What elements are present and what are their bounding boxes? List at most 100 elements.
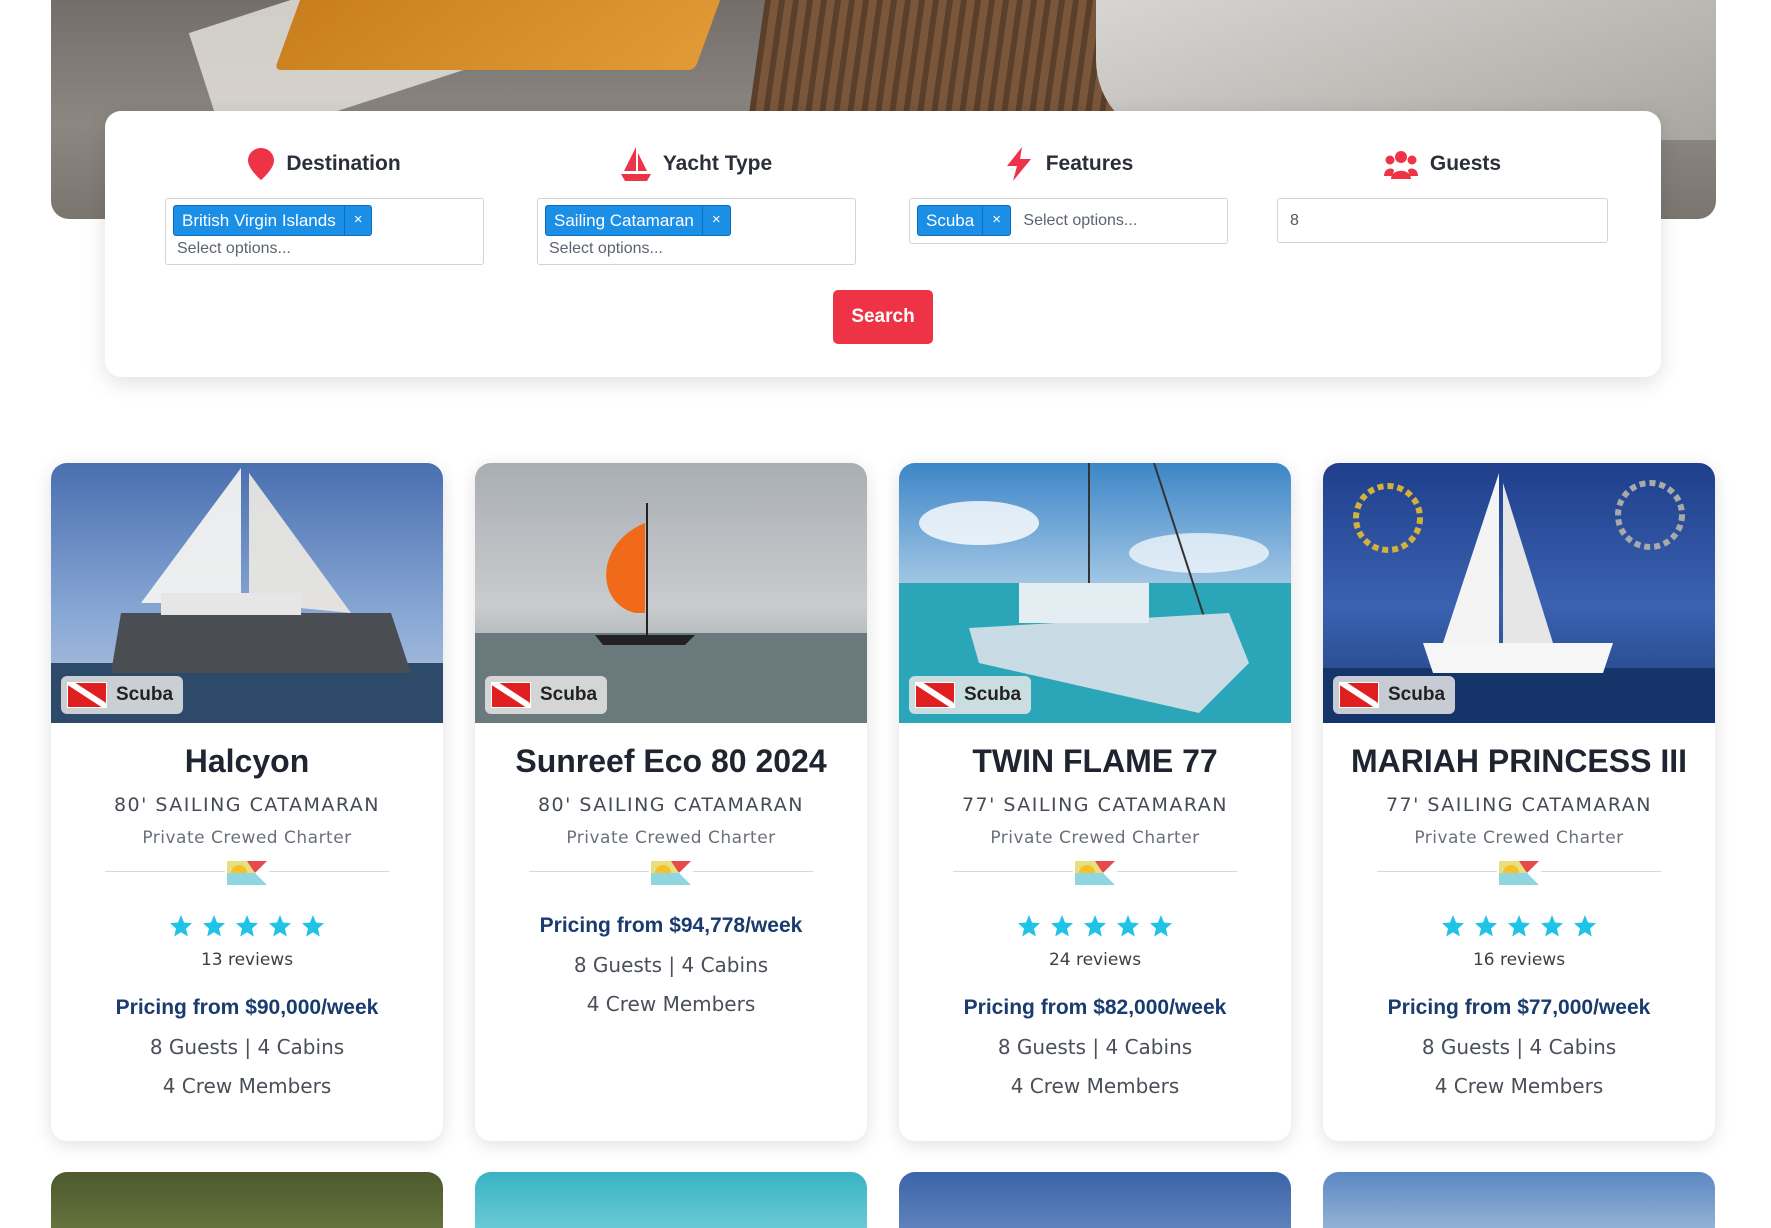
yacht-type-select[interactable]: Sailing Catamaran × Select options... (537, 198, 856, 265)
star-icon (1574, 915, 1596, 937)
yacht-photo[interactable]: Scuba (899, 463, 1291, 723)
map-pin-icon (248, 148, 275, 180)
scuba-badge-label: Scuba (964, 684, 1022, 705)
yacht-type-field: Yacht Type Sailing Catamaran × Select op… (537, 147, 856, 265)
rating-stars (51, 914, 443, 938)
charter-type: Private Crewed Charter (1414, 828, 1624, 848)
users-icon (1383, 151, 1418, 179)
yacht-name[interactable]: TWIN FLAME 77 (899, 743, 1291, 780)
destination-label: Destination (286, 152, 401, 175)
features-chip-label: Scuba (926, 211, 975, 230)
star-icon (1150, 915, 1172, 937)
yacht-type: 80' SAILING CATAMARAN (537, 794, 805, 816)
price: Pricing from $90,000/week (115, 996, 379, 1019)
divider (529, 859, 813, 892)
company-logo (649, 859, 693, 887)
review-count[interactable]: 16 reviews (1323, 950, 1715, 970)
features-chip-remove[interactable]: × (982, 206, 1010, 235)
destination-chip-remove[interactable]: × (343, 206, 372, 235)
sailboat-icon (620, 147, 651, 181)
yacht-name[interactable]: MARIAH PRINCESS III (1323, 743, 1715, 780)
yacht-card[interactable]: Scuba MARIAH PRINCESS III 77' SAILING CA… (1323, 463, 1715, 1141)
yacht-type-chip-remove[interactable]: × (701, 206, 730, 235)
star-icon (1541, 915, 1563, 937)
features-placeholder[interactable]: Select options... (1023, 212, 1137, 229)
guests-cabins: 8 Guests | 4 Cabins (573, 953, 769, 977)
guests-field: Guests (1277, 147, 1608, 243)
scuba-badge: Scuba (909, 676, 1032, 714)
star-icon (1084, 915, 1106, 937)
guests-label: Guests (1429, 152, 1502, 175)
search-panel: Destination British Virgin Islands × Sel… (105, 111, 1661, 377)
star-icon (236, 915, 258, 937)
yacht-photo[interactable] (475, 1172, 867, 1228)
star-icon (1051, 915, 1073, 937)
destination-placeholder[interactable]: Select options... (173, 240, 476, 258)
yacht-card[interactable]: Scuba Sunreef Eco 80 2024 80' SAILING CA… (475, 463, 867, 1141)
hero-table (274, 0, 728, 70)
yacht-type-label: Yacht Type (662, 152, 773, 175)
yacht-card[interactable]: Scuba Halcyon 80' SAILING CATAMARAN Priv… (51, 463, 443, 1141)
yacht-photo[interactable]: Scuba (475, 463, 867, 723)
star-icon (1018, 915, 1040, 937)
yacht-photo[interactable]: Scuba (1323, 463, 1715, 723)
guests-cabins: 8 Guests | 4 Cabins (149, 1035, 345, 1059)
dive-flag-icon (491, 682, 531, 708)
yacht-name[interactable]: Halcyon (51, 743, 443, 780)
yacht-type: 80' SAILING CATAMARAN (113, 794, 381, 816)
review-count[interactable]: 24 reviews (899, 950, 1291, 970)
lightning-icon (1006, 147, 1031, 181)
crew-members: 4 Crew Members (1434, 1074, 1604, 1098)
divider (953, 859, 1237, 892)
search-button[interactable]: Search (833, 290, 933, 344)
charter-type: Private Crewed Charter (990, 828, 1200, 848)
crew-members: 4 Crew Members (162, 1074, 332, 1098)
review-count[interactable]: 13 reviews (51, 950, 443, 970)
features-select[interactable]: Scuba × Select options... (909, 198, 1228, 244)
company-logo (1073, 859, 1117, 887)
divider (1377, 859, 1661, 892)
scuba-badge: Scuba (61, 676, 184, 714)
divider (105, 859, 389, 892)
yacht-photo[interactable] (899, 1172, 1291, 1228)
yacht-type: 77' SAILING CATAMARAN (961, 794, 1229, 816)
features-field: Features Scuba × Select options... (909, 147, 1228, 244)
company-logo (1497, 859, 1541, 887)
star-icon (1475, 915, 1497, 937)
scuba-badge: Scuba (485, 676, 608, 714)
scuba-badge-label: Scuba (116, 684, 174, 705)
features-label: Features (1045, 152, 1134, 175)
dive-flag-icon (915, 682, 955, 708)
yacht-type-chip: Sailing Catamaran × (545, 205, 731, 236)
guests-cabins: 8 Guests | 4 Cabins (997, 1035, 1193, 1059)
star-icon (1117, 915, 1139, 937)
destination-field: Destination British Virgin Islands × Sel… (165, 147, 484, 265)
dive-flag-icon (1339, 682, 1379, 708)
yacht-type-placeholder[interactable]: Select options... (545, 240, 848, 258)
star-icon (170, 915, 192, 937)
guests-cabins: 8 Guests | 4 Cabins (1421, 1035, 1617, 1059)
star-icon (203, 915, 225, 937)
destination-select[interactable]: British Virgin Islands × Select options.… (165, 198, 484, 265)
star-icon (1442, 915, 1464, 937)
scuba-badge-label: Scuba (1388, 684, 1446, 705)
scuba-badge: Scuba (1333, 676, 1456, 714)
yacht-photo[interactable]: Scuba (51, 463, 443, 723)
company-logo (225, 859, 269, 887)
crew-members: 4 Crew Members (1010, 1074, 1180, 1098)
yacht-photo[interactable] (1323, 1172, 1715, 1228)
dive-flag-icon (67, 682, 107, 708)
yacht-name[interactable]: Sunreef Eco 80 2024 (475, 743, 867, 780)
rating-stars (899, 914, 1291, 938)
star-icon (302, 915, 324, 937)
yacht-type: 77' SAILING CATAMARAN (1385, 794, 1653, 816)
yacht-card[interactable]: Scuba TWIN FLAME 77 77' SAILING CATAMARA… (899, 463, 1291, 1141)
guests-input[interactable] (1277, 198, 1608, 243)
star-icon (269, 915, 291, 937)
charter-type: Private Crewed Charter (142, 828, 352, 848)
price: Pricing from $94,778/week (539, 914, 803, 937)
yacht-photo[interactable] (51, 1172, 443, 1228)
star-icon (1508, 915, 1530, 937)
price: Pricing from $82,000/week (963, 996, 1227, 1019)
features-chip: Scuba × (917, 205, 1011, 236)
